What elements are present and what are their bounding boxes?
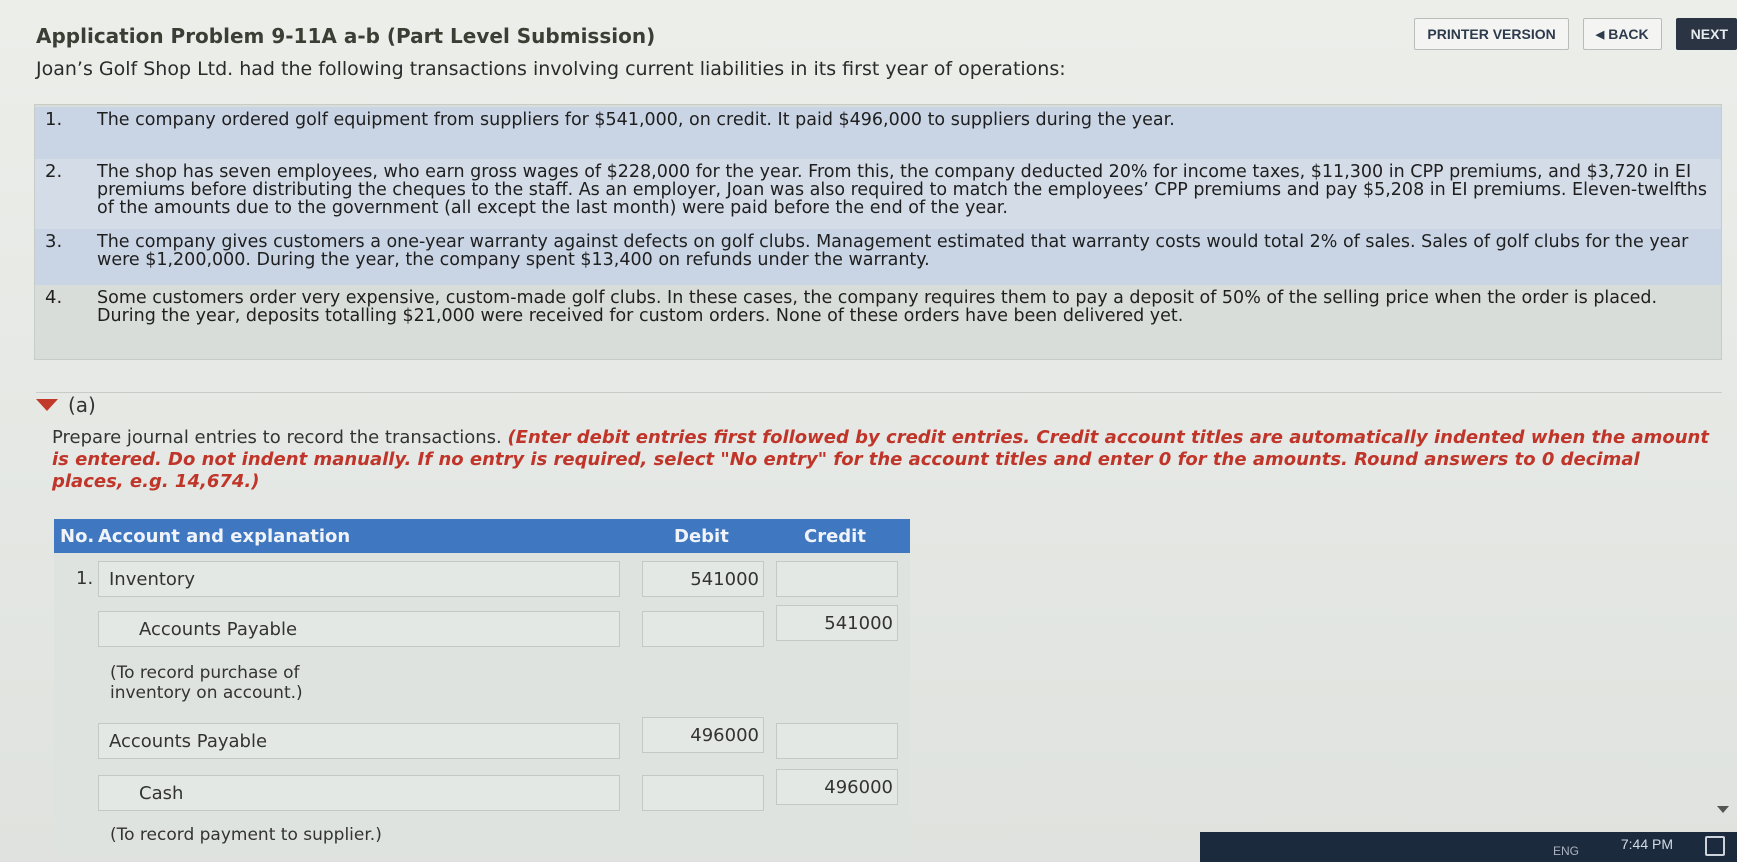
item-text: Some customers order very expensive, cus… <box>97 288 1658 326</box>
top-nav: PRINTER VERSION ◀ BACK NEXT <box>1414 18 1737 50</box>
next-button[interactable]: NEXT <box>1675 18 1737 50</box>
header-debit: Debit <box>674 526 729 547</box>
list-item: 1. The company ordered golf equipment fr… <box>35 107 1721 165</box>
taskbar: ENG 7:44 PM <box>1200 832 1737 862</box>
item-text: The company ordered golf equipment from … <box>97 110 1175 130</box>
problem-intro: Joan’s Golf Shop Ltd. had the following … <box>36 58 1066 80</box>
item-number: 3. <box>45 231 63 252</box>
part-a-label: (a) <box>68 393 96 417</box>
scroll-down-icon[interactable] <box>1717 806 1729 813</box>
account-input[interactable]: Cash <box>98 775 620 811</box>
credit-input[interactable]: 541000 <box>776 605 898 641</box>
account-input[interactable]: Inventory <box>98 561 620 597</box>
header-credit: Credit <box>804 526 866 547</box>
part-a-instructions: Prepare journal entries to record the tr… <box>52 427 1712 493</box>
caret-down-icon <box>36 399 58 411</box>
notification-icon[interactable] <box>1705 836 1725 856</box>
item-number: 2. <box>45 161 63 182</box>
debit-input[interactable] <box>642 775 764 811</box>
account-input[interactable]: Accounts Payable <box>98 723 620 759</box>
chevron-left-icon: ◀ <box>1595 28 1605 41</box>
language-indicator[interactable]: ENG <box>1553 844 1579 858</box>
debit-input[interactable] <box>642 611 764 647</box>
debit-input[interactable]: 496000 <box>642 717 764 753</box>
page: PRINTER VERSION ◀ BACK NEXT Application … <box>0 0 1737 862</box>
credit-input[interactable] <box>776 723 898 759</box>
back-label: BACK <box>1608 26 1649 42</box>
item-text: The company gives customers a one-year w… <box>97 232 1689 270</box>
part-a-section: (a) Prepare journal entries to record th… <box>36 392 1722 862</box>
list-item: 4. Some customers order very expensive, … <box>35 285 1721 359</box>
item-text: The shop has seven employees, who earn g… <box>97 162 1707 218</box>
problem-title: Application Problem 9-11A a-b (Part Leve… <box>36 24 656 48</box>
instruction-lead: Prepare journal entries to record the tr… <box>52 427 508 448</box>
back-button[interactable]: ◀ BACK <box>1582 18 1662 50</box>
entry-number: 1. <box>76 568 94 589</box>
transactions-list: 1. The company ordered golf equipment fr… <box>34 104 1722 360</box>
part-a-toggle[interactable]: (a) <box>36 393 96 417</box>
entry-explanation: (To record payment to supplier.) <box>110 825 382 845</box>
header-account: Account and explanation <box>98 526 351 547</box>
account-input[interactable]: Accounts Payable <box>98 611 620 647</box>
table-header: No. Account and explanation Debit Credit <box>54 519 910 553</box>
item-number: 1. <box>45 109 63 130</box>
debit-input[interactable]: 541000 <box>642 561 764 597</box>
entry-explanation: (To record purchase of inventory on acco… <box>110 663 303 703</box>
printer-version-button[interactable]: PRINTER VERSION <box>1414 18 1569 50</box>
clock[interactable]: 7:44 PM <box>1621 836 1673 852</box>
credit-input[interactable] <box>776 561 898 597</box>
header-no: No. <box>60 526 95 547</box>
item-number: 4. <box>45 287 63 308</box>
list-item: 3. The company gives customers a one-yea… <box>35 229 1721 285</box>
credit-input[interactable]: 496000 <box>776 769 898 805</box>
journal-table: No. Account and explanation Debit Credit… <box>54 519 910 855</box>
